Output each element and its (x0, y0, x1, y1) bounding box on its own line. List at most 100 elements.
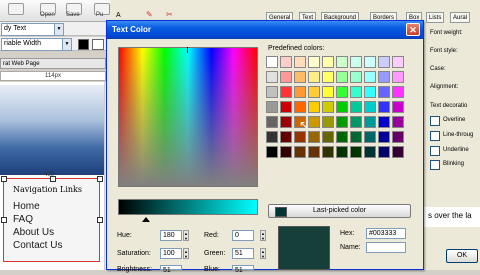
color-swatch[interactable] (280, 146, 292, 158)
chevron-down-icon[interactable]: ▼ (54, 23, 64, 36)
color-swatch[interactable] (336, 131, 348, 143)
color-swatch[interactable] (392, 101, 404, 113)
color-swatch[interactable] (336, 101, 348, 113)
color-swatch[interactable] (350, 146, 362, 158)
color-swatch[interactable] (280, 56, 292, 68)
color-swatch[interactable] (294, 146, 306, 158)
color-swatch[interactable] (364, 71, 376, 83)
color-swatch[interactable] (378, 56, 390, 68)
color-swatch[interactable] (350, 131, 362, 143)
ok-button[interactable]: OK (446, 249, 478, 263)
color-swatch[interactable] (322, 86, 334, 98)
color-swatch[interactable] (378, 86, 390, 98)
color-swatch[interactable] (280, 86, 292, 98)
scissors-icon[interactable]: ✂ (166, 10, 173, 19)
color-swatch[interactable] (350, 71, 362, 83)
color-swatch[interactable] (280, 101, 292, 113)
text-style-select[interactable]: dy Text (1, 23, 57, 36)
color-swatch[interactable] (392, 56, 404, 68)
color-swatch[interactable] (392, 71, 404, 83)
name-input[interactable] (366, 242, 406, 253)
hue-input[interactable]: 180 (160, 230, 182, 241)
color-swatch[interactable] (378, 101, 390, 113)
width-select[interactable]: riable Width (1, 38, 65, 51)
color-swatch[interactable] (308, 131, 320, 143)
color-swatch[interactable] (350, 101, 362, 113)
color-swatch[interactable] (336, 56, 348, 68)
color-swatch[interactable] (336, 116, 348, 128)
hue-spinner[interactable]: ▲ ▼ (183, 230, 189, 241)
color-swatch[interactable] (266, 101, 278, 113)
color-spectrum[interactable] (118, 47, 258, 187)
color-swatch[interactable] (308, 86, 320, 98)
color-swatch[interactable] (364, 146, 376, 158)
last-picked-color-button[interactable]: Last-picked color (268, 204, 411, 218)
green-input[interactable]: 51 (232, 248, 254, 259)
color-swatch[interactable] (378, 71, 390, 83)
edit-icon[interactable]: ✎ (146, 10, 153, 19)
color-swatch[interactable] (322, 56, 334, 68)
resize-handle[interactable] (1, 176, 7, 182)
nav-link-faq[interactable]: FAQ (13, 214, 33, 225)
color-swatch[interactable] (294, 56, 306, 68)
color-swatch[interactable] (364, 101, 376, 113)
color-swatch[interactable] (322, 71, 334, 83)
color-swatch[interactable] (308, 116, 320, 128)
slider-arrow-icon[interactable] (142, 217, 150, 222)
color-swatch[interactable] (378, 116, 390, 128)
nav-link-contact[interactable]: Contact Us (13, 240, 62, 251)
color-swatch[interactable] (350, 86, 362, 98)
color-swatch[interactable] (308, 56, 320, 68)
color-swatch[interactable] (266, 56, 278, 68)
color-swatch[interactable] (266, 116, 278, 128)
color-swatch[interactable] (350, 56, 362, 68)
green-spinner[interactable]: ▲ ▼ (260, 248, 266, 259)
red-spinner[interactable]: ▲ ▼ (260, 230, 266, 241)
resize-handle[interactable] (97, 217, 103, 223)
color-swatch[interactable] (336, 86, 348, 98)
color-swatch[interactable] (364, 116, 376, 128)
color-swatch[interactable] (336, 146, 348, 158)
resize-handle[interactable] (50, 176, 56, 182)
color-swatch[interactable] (378, 131, 390, 143)
color-swatch[interactable] (392, 131, 404, 143)
color-swatch[interactable] (280, 131, 292, 143)
color-swatch-icon[interactable] (78, 39, 89, 50)
color-swatch[interactable] (392, 86, 404, 98)
chevron-down-icon[interactable]: ▼ (62, 38, 72, 51)
red-input[interactable]: 0 (232, 230, 254, 241)
nav-link-about[interactable]: About Us (13, 227, 54, 238)
color-swatch[interactable] (322, 146, 334, 158)
background-color-icon[interactable] (92, 39, 104, 50)
color-swatch[interactable] (294, 86, 306, 98)
brightness-input[interactable]: 51 (160, 265, 182, 274)
tab-aural[interactable]: Aural (450, 12, 471, 23)
color-swatch[interactable] (266, 131, 278, 143)
color-swatch[interactable] (280, 71, 292, 83)
color-swatch[interactable] (308, 146, 320, 158)
color-swatch[interactable] (294, 71, 306, 83)
color-swatch[interactable] (266, 71, 278, 83)
color-swatch[interactable] (364, 131, 376, 143)
saturation-spinner[interactable]: ▲ ▼ (183, 248, 189, 259)
page-tab[interactable]: rat Web Page (0, 58, 106, 69)
color-swatch[interactable] (350, 116, 362, 128)
nav-link-home[interactable]: Home (13, 201, 40, 212)
color-swatch[interactable] (308, 101, 320, 113)
resize-handle[interactable] (1, 217, 7, 223)
blue-input[interactable]: 51 (232, 265, 254, 274)
color-swatch[interactable] (294, 131, 306, 143)
color-swatch[interactable] (294, 101, 306, 113)
color-swatch[interactable] (308, 71, 320, 83)
color-swatch[interactable] (364, 86, 376, 98)
luminance-slider[interactable] (118, 199, 258, 215)
navigation-box[interactable]: Navigation Links Home FAQ About Us Conta… (1, 176, 103, 262)
new-page-icon[interactable] (8, 3, 24, 15)
color-swatch[interactable] (322, 101, 334, 113)
resize-handle[interactable] (97, 176, 103, 182)
font-icon[interactable]: A (116, 12, 121, 19)
color-swatch[interactable] (378, 146, 390, 158)
overline-checkbox[interactable] (430, 116, 440, 126)
underline-checkbox[interactable] (430, 146, 440, 156)
color-swatch[interactable] (266, 146, 278, 158)
